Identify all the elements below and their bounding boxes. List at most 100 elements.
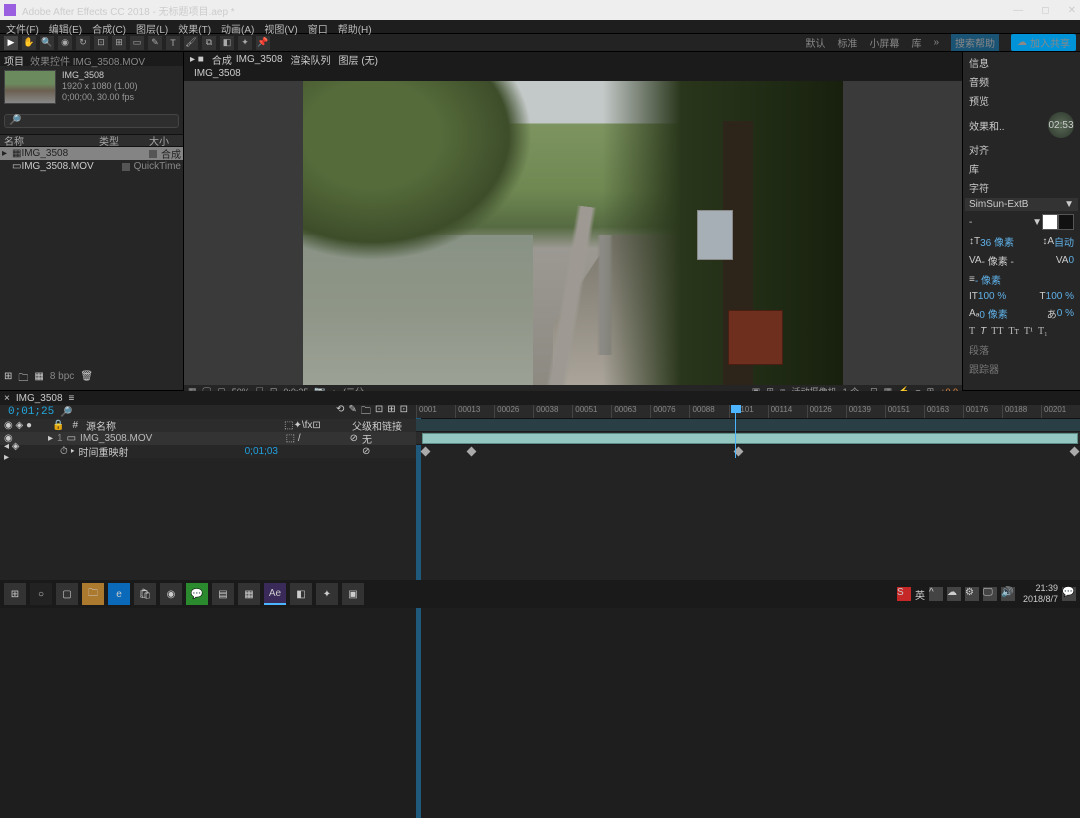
new-comp-icon[interactable]: ▦ (34, 371, 43, 388)
work-area[interactable] (416, 419, 1080, 432)
baseline[interactable]: 0 像素 (979, 306, 1007, 321)
app-icon-4[interactable]: ✦ (316, 583, 338, 605)
project-item-comp[interactable]: ▸▦ IMG_3508 合成 (0, 147, 183, 160)
col-type[interactable]: 类型 (95, 133, 145, 148)
workspace-default[interactable]: 默认 (805, 35, 825, 50)
workspace-lib[interactable]: 库 (911, 35, 921, 50)
new-folder-icon[interactable]: 🗀 (18, 371, 28, 388)
roto-tool[interactable]: ✦ (238, 36, 252, 50)
shape-tool[interactable]: ▭ (130, 36, 144, 50)
timeline-tab[interactable]: IMG_3508 (16, 393, 63, 404)
keyframe-1[interactable] (421, 447, 431, 457)
small-caps[interactable]: Tᴛ (1008, 326, 1018, 337)
panel-info[interactable]: 信息 (965, 54, 1078, 71)
panel-effects[interactable]: 效果和..02:53 (965, 111, 1078, 139)
font-style-row[interactable]: -▼ (965, 213, 1078, 231)
chrome-icon[interactable]: ◉ (160, 583, 182, 605)
comp-panel-icon[interactable]: ▸ ■ (190, 54, 204, 65)
tray-icon-1[interactable]: S (897, 587, 911, 601)
menu-view[interactable]: 视图(V) (264, 21, 297, 32)
layer-clip[interactable] (422, 433, 1078, 444)
menu-file[interactable]: 文件(F) (6, 21, 39, 32)
tsume[interactable]: 0 % (1057, 308, 1074, 319)
menu-help[interactable]: 帮助(H) (338, 21, 372, 32)
layer-track[interactable] (416, 432, 1080, 445)
selection-tool[interactable]: ▶ (4, 36, 18, 50)
project-item-footage[interactable]: ▭ IMG_3508.MOV QuickTime (0, 160, 183, 173)
panel-library[interactable]: 库 (965, 160, 1078, 177)
hand-tool[interactable]: ✋ (22, 36, 36, 50)
start-button[interactable]: ⊞ (4, 583, 26, 605)
interpret-footage-icon[interactable]: ⊞ (4, 371, 12, 388)
minimize-button[interactable]: — (1013, 5, 1023, 16)
tray-sound-icon[interactable]: 🔊 (1001, 587, 1015, 601)
workspace-more[interactable]: » (933, 37, 939, 48)
text-tool[interactable]: T (166, 36, 180, 50)
stroke-width[interactable]: - 像素 (975, 272, 1001, 287)
project-search[interactable]: 🔎 (4, 114, 179, 128)
clone-tool[interactable]: ⧉ (202, 36, 216, 50)
system-clock[interactable]: 21:39 2018/8/7 (1023, 583, 1058, 605)
cloud-share-button[interactable]: ☁加入共享 (1011, 34, 1076, 51)
panel-align[interactable]: 对齐 (965, 141, 1078, 158)
tab-effect-controls[interactable]: 效果控件 IMG_3508.MOV (30, 53, 145, 65)
close-button[interactable]: ✕ (1068, 5, 1076, 16)
search-help[interactable]: 搜索帮助 (951, 34, 999, 51)
tab-comp-name[interactable]: IMG_3508 (236, 54, 283, 65)
faux-italic[interactable]: T (980, 326, 986, 337)
font-size[interactable]: 36 像素 (980, 234, 1014, 249)
current-time[interactable]: 0;01;25 (8, 406, 54, 418)
notifications-icon[interactable]: 💬 (1062, 587, 1076, 601)
col-source-name[interactable]: 源名称 (86, 418, 276, 433)
time-ruler[interactable]: 0001 00013 00026 00038 00051 00063 00076… (416, 405, 1080, 419)
composition-viewer[interactable] (184, 81, 962, 385)
font-family-select[interactable]: SimSun-ExtB▼ (965, 198, 1078, 211)
tab-project[interactable]: 项目 (4, 53, 24, 65)
all-caps[interactable]: TT (991, 326, 1003, 337)
menu-window[interactable]: 窗口 (308, 21, 328, 32)
playhead[interactable] (735, 405, 736, 458)
ime-indicator[interactable]: 英 (915, 587, 925, 602)
wechat-icon[interactable]: 💬 (186, 583, 208, 605)
workspace-standard[interactable]: 标准 (837, 35, 857, 50)
panel-character[interactable]: 字符 (965, 179, 1078, 196)
panel-preview[interactable]: 预览 (965, 92, 1078, 109)
tab-comp-label[interactable]: 合成 (212, 52, 232, 67)
subscript[interactable]: T₁ (1038, 326, 1048, 337)
keyframe-2[interactable] (467, 447, 477, 457)
pen-tool[interactable]: ✎ (148, 36, 162, 50)
panel-paragraph[interactable]: 段落 (965, 341, 1078, 358)
ae-taskbar-icon[interactable]: Ae (264, 583, 286, 605)
comp-flowchart[interactable]: IMG_3508 (194, 68, 241, 79)
camera-tool[interactable]: ⊡ (94, 36, 108, 50)
app-icon-5[interactable]: ▣ (342, 583, 364, 605)
menu-animation[interactable]: 动画(A) (221, 21, 254, 32)
menu-edit[interactable]: 编辑(E) (49, 21, 82, 32)
tracking[interactable]: 0 (1068, 255, 1074, 266)
col-name[interactable]: 名称 (0, 133, 95, 148)
bpc-icon[interactable]: 8 bpc (50, 371, 74, 388)
faux-bold[interactable]: T (969, 326, 975, 337)
tray-icon-5[interactable]: 🖵 (983, 587, 997, 601)
taskview-button[interactable]: ▢ (56, 583, 78, 605)
trash-icon[interactable]: 🗑 (80, 371, 93, 388)
panel-audio[interactable]: 音频 (965, 73, 1078, 90)
superscript[interactable]: T¹ (1024, 326, 1033, 337)
menu-composition[interactable]: 合成(C) (92, 21, 126, 32)
tray-icon-4[interactable]: ⚙ (965, 587, 979, 601)
app-icon-1[interactable]: ▤ (212, 583, 234, 605)
zoom-tool[interactable]: 🔍 (40, 36, 54, 50)
edge-icon[interactable]: e (108, 583, 130, 605)
kerning[interactable]: - 像素 - (982, 253, 1014, 268)
stroke-swatch[interactable] (1058, 214, 1074, 230)
menu-layer[interactable]: 图层(L) (136, 21, 168, 32)
keyframe-4[interactable] (1070, 447, 1080, 457)
puppet-tool[interactable]: 📌 (256, 36, 270, 50)
timeline-layer-1[interactable]: ◉ ▸1 ▭IMG_3508.MOV ⬚ / ⊘无 (0, 432, 416, 445)
tab-renderqueue[interactable]: 渲染队列 (291, 52, 331, 67)
rotate-tool[interactable]: ↻ (76, 36, 90, 50)
search-button[interactable]: ○ (30, 583, 52, 605)
workspace-small[interactable]: 小屏幕 (869, 35, 899, 50)
menu-effect[interactable]: 效果(T) (178, 21, 211, 32)
orbit-tool[interactable]: ◉ (58, 36, 72, 50)
